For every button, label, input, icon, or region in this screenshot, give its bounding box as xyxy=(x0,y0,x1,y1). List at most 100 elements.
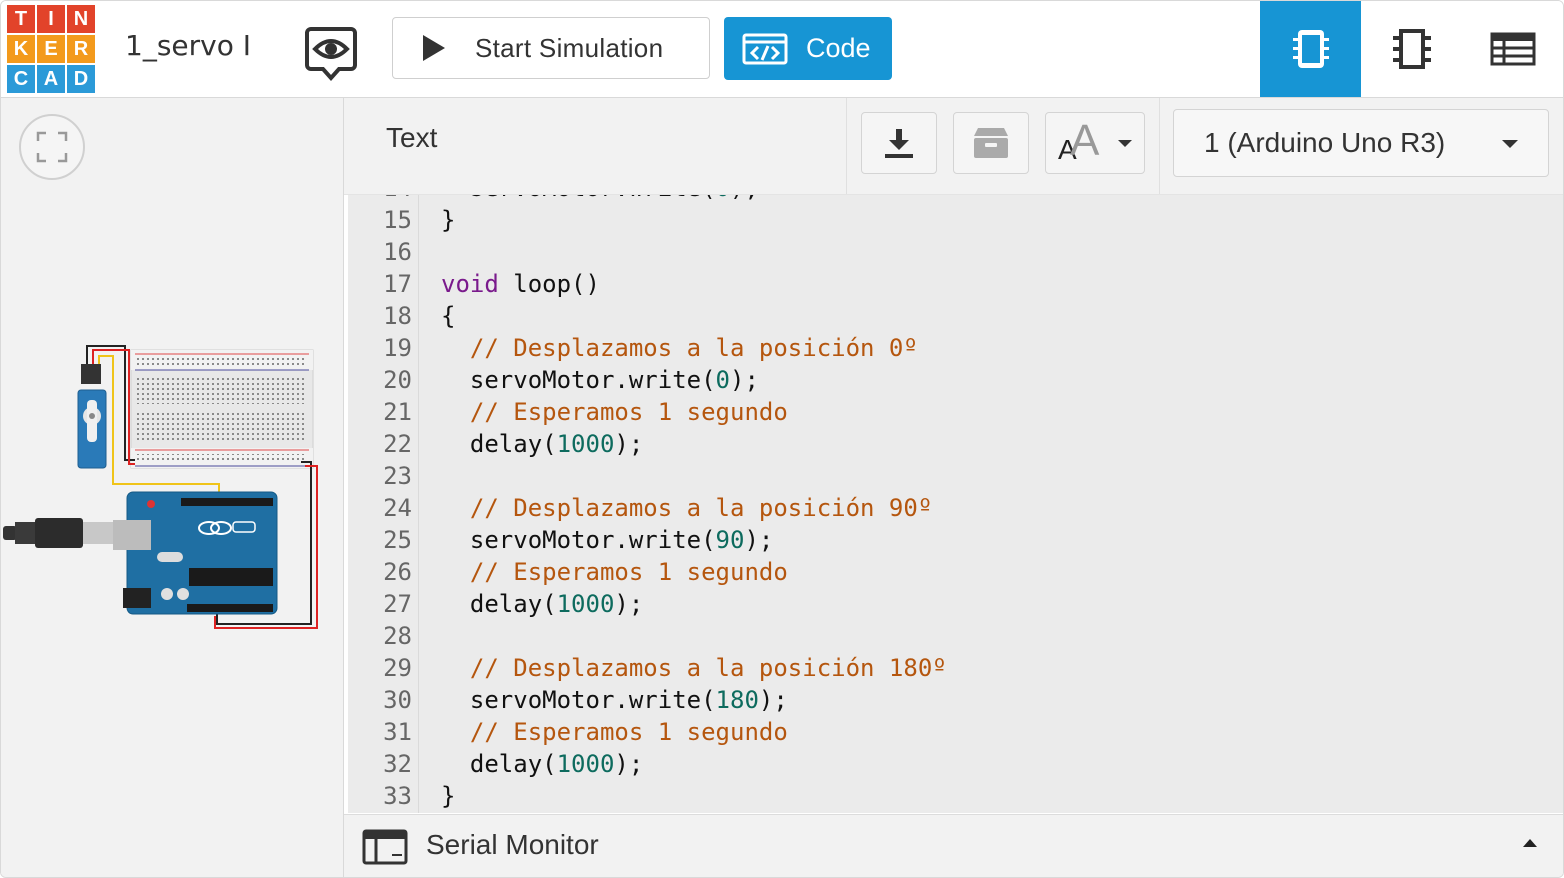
line-number: 23 xyxy=(383,462,412,490)
code-line[interactable]: 14 servoMotor.write(0); xyxy=(348,195,1563,204)
code-text: delay(1000); xyxy=(441,590,644,618)
code-text: } xyxy=(441,206,456,234)
device-icon xyxy=(1292,30,1329,68)
code-text: // Desplazamos a la posición 0º xyxy=(469,334,918,362)
divider xyxy=(1159,98,1160,194)
code-text: servoMotor.write(0); xyxy=(441,366,759,394)
board-select[interactable]: 1 (Arduino Uno R3) xyxy=(1173,109,1549,177)
line-number: 22 xyxy=(383,430,412,458)
code-line[interactable]: 25 servoMotor.write(90); xyxy=(348,524,1563,556)
logo-letter: C xyxy=(7,65,35,93)
tab-component-list[interactable] xyxy=(1462,1,1563,97)
code-text: servoMotor.write(180); xyxy=(441,686,788,714)
app-window: TINKERCAD 1_servo I Start Simulation Cod… xyxy=(0,0,1564,878)
line-number: 16 xyxy=(383,238,412,266)
line-number: 17 xyxy=(383,270,412,298)
code-text: // Esperamos 1 segundo xyxy=(469,718,788,746)
code-panel-header: Text A A 1 (Arduino Uno R3) xyxy=(344,98,1563,195)
code-button[interactable]: Code xyxy=(724,17,892,80)
tab-components[interactable] xyxy=(1260,1,1361,97)
serial-monitor-label: Serial Monitor xyxy=(426,829,599,860)
line-number: 14 xyxy=(348,195,412,204)
serial-monitor-bar[interactable]: Serial Monitor xyxy=(344,814,1563,877)
view-tabs xyxy=(1260,1,1563,97)
download-code-button[interactable] xyxy=(861,112,937,174)
logo-letter: D xyxy=(67,65,95,93)
eye-icon[interactable] xyxy=(305,25,357,82)
circuit-canvas[interactable] xyxy=(1,98,344,877)
code-editor[interactable]: 14 servoMotor.write(0);15}1617void loop(… xyxy=(348,195,1563,813)
line-number: 33 xyxy=(383,782,412,810)
code-line[interactable]: 31 // Esperamos 1 segundo xyxy=(348,716,1563,748)
line-number: 15 xyxy=(383,206,412,234)
code-line[interactable]: 30 servoMotor.write(180); xyxy=(348,684,1563,716)
logo-letter: N xyxy=(67,5,95,33)
code-line[interactable]: 20 servoMotor.write(0); xyxy=(348,364,1563,396)
text-size-icon: A A xyxy=(1058,116,1100,165)
code-line[interactable]: 27 delay(1000); xyxy=(348,588,1563,620)
code-line[interactable]: 22 delay(1000); xyxy=(348,428,1563,460)
code-line[interactable]: 24 // Desplazamos a la posición 90º xyxy=(348,492,1563,524)
libraries-button[interactable] xyxy=(953,112,1029,174)
line-number: 25 xyxy=(383,526,412,554)
code-line[interactable]: 16 xyxy=(348,236,1563,268)
top-bar: TINKERCAD 1_servo I Start Simulation Cod… xyxy=(1,1,1563,98)
line-number: 21 xyxy=(383,398,412,426)
line-number: 28 xyxy=(383,622,412,650)
chevron-down-icon xyxy=(1502,140,1518,148)
line-number: 29 xyxy=(383,654,412,682)
editor-mode-select[interactable]: Text xyxy=(386,122,437,154)
code-line[interactable]: 15} xyxy=(348,204,1563,236)
code-text: servoMotor.write(90); xyxy=(441,526,774,554)
line-number: 30 xyxy=(383,686,412,714)
logo-letter: E xyxy=(37,35,65,63)
line-number: 24 xyxy=(383,494,412,522)
line-number: 18 xyxy=(383,302,412,330)
code-text: { xyxy=(441,302,456,330)
code-text: // Esperamos 1 segundo xyxy=(469,398,788,426)
tab-schematic[interactable] xyxy=(1361,1,1462,97)
code-line[interactable]: 29 // Desplazamos a la posición 180º xyxy=(348,652,1563,684)
code-text: // Desplazamos a la posición 180º xyxy=(469,654,947,682)
download-icon xyxy=(885,129,913,158)
table-icon xyxy=(1490,32,1535,66)
logo-letter: I xyxy=(37,5,65,33)
library-box-icon xyxy=(974,128,1008,158)
code-text: } xyxy=(441,782,456,810)
board-select-value: 1 (Arduino Uno R3) xyxy=(1204,127,1446,158)
code-lines: 14 servoMotor.write(0);15}1617void loop(… xyxy=(348,195,1563,812)
terminal-icon xyxy=(362,829,408,869)
code-line[interactable]: 21 // Esperamos 1 segundo xyxy=(348,396,1563,428)
start-simulation-label: Start Simulation xyxy=(475,32,664,63)
code-line[interactable]: 19 // Desplazamos a la posición 0º xyxy=(348,332,1563,364)
line-number: 20 xyxy=(383,366,412,394)
zoom-to-fit-button[interactable] xyxy=(19,114,85,180)
code-line[interactable]: 23 xyxy=(348,460,1563,492)
chevron-up-icon[interactable] xyxy=(1523,839,1537,847)
circuit-diagram[interactable] xyxy=(1,342,331,642)
code-text: // Esperamos 1 segundo xyxy=(469,558,788,586)
code-text: delay(1000); xyxy=(441,750,644,778)
font-size-button[interactable]: A A xyxy=(1045,112,1145,174)
play-icon xyxy=(423,35,445,61)
logo-letter: K xyxy=(7,35,35,63)
code-text: void loop() xyxy=(441,270,600,298)
logo-letter: A xyxy=(37,65,65,93)
code-line[interactable]: 26 // Esperamos 1 segundo xyxy=(348,556,1563,588)
code-line[interactable]: 17 void loop() xyxy=(348,268,1563,300)
code-line[interactable]: 33} xyxy=(348,780,1563,812)
line-number: 19 xyxy=(383,334,412,362)
tinkercad-logo[interactable]: TIN KER CAD xyxy=(7,5,95,93)
project-title[interactable]: 1_servo I xyxy=(125,29,251,62)
code-line[interactable]: 32 delay(1000); xyxy=(348,748,1563,780)
code-label: Code xyxy=(806,33,871,63)
code-line[interactable]: 28 xyxy=(348,620,1563,652)
logo-letter: T xyxy=(7,5,35,33)
start-simulation-button[interactable]: Start Simulation xyxy=(392,17,710,79)
chip-icon xyxy=(1392,29,1431,69)
code-text: servoMotor.write(0); xyxy=(441,195,759,204)
fit-view-icon xyxy=(36,131,68,163)
code-line[interactable]: 18 { xyxy=(348,300,1563,332)
line-number: 31 xyxy=(383,718,412,746)
code-text: // Desplazamos a la posición 90º xyxy=(469,494,933,522)
